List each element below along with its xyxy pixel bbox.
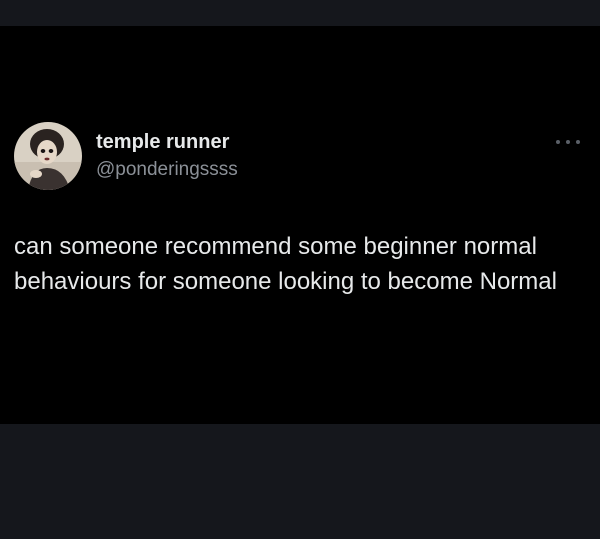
author-handle[interactable]: @ponderingssss xyxy=(96,158,238,182)
profile-photo-icon xyxy=(14,122,82,190)
dot xyxy=(556,140,560,144)
author-display-name[interactable]: temple runner xyxy=(96,130,229,154)
bottom-frame-band xyxy=(0,424,600,539)
more-options-icon[interactable] xyxy=(556,137,580,147)
dot xyxy=(566,140,570,144)
top-frame-band xyxy=(0,0,600,26)
tweet-card xyxy=(0,26,600,424)
avatar[interactable] xyxy=(14,122,82,190)
dot xyxy=(576,140,580,144)
tweet-text: can someone recommend some beginner norm… xyxy=(14,233,557,295)
